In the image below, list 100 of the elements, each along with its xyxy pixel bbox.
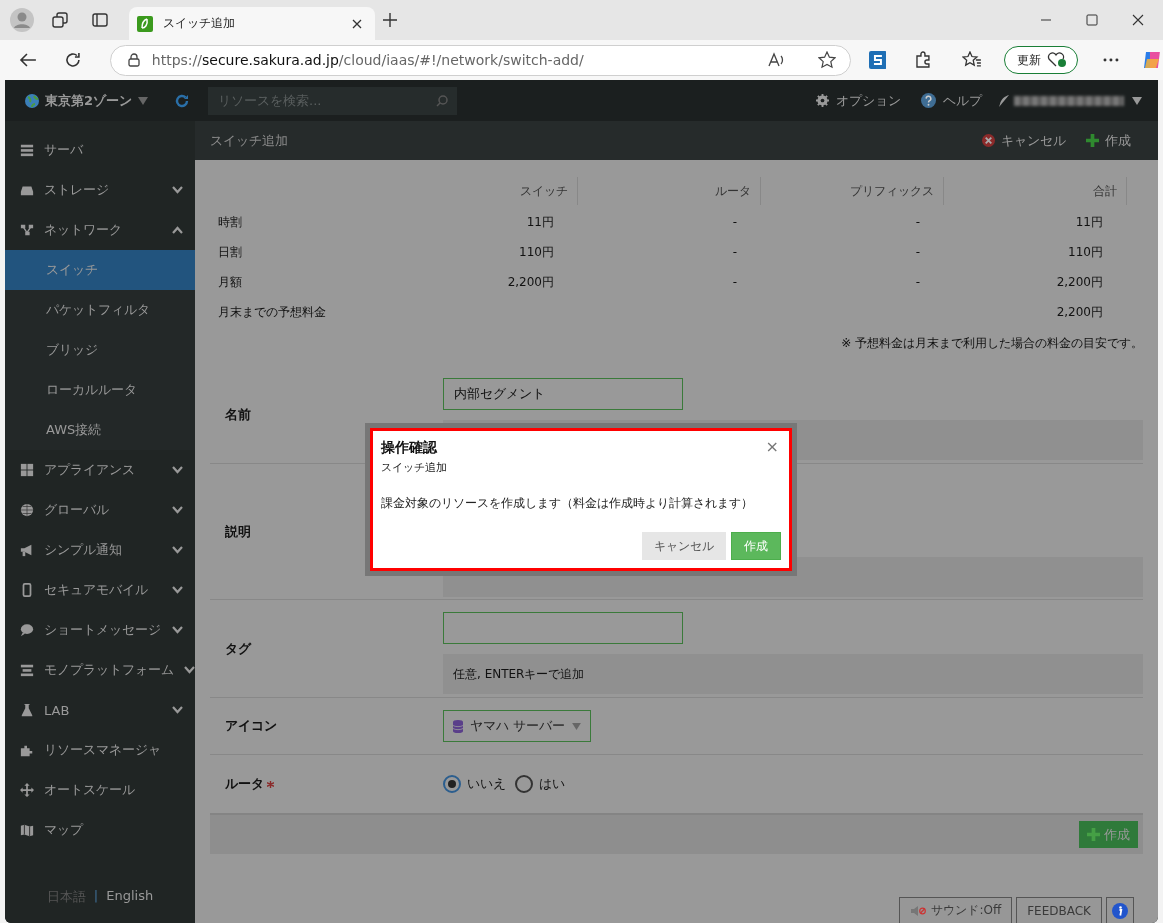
leaf-icon (137, 15, 153, 32)
heart-icon (1047, 52, 1068, 68)
browser-tab[interactable]: スイッチ追加 (129, 7, 375, 40)
copilot-icon[interactable] (1141, 49, 1163, 71)
radio-button[interactable] (443, 775, 461, 793)
lock-icon[interactable] (127, 53, 140, 67)
tab-actions-icon[interactable] (92, 12, 108, 28)
sidebar-subitem[interactable]: パケットフィルタ (5, 290, 195, 330)
sidebar-subitem[interactable]: ローカルルータ (5, 370, 195, 410)
row-label: 日割 (218, 244, 242, 259)
sidebar-item[interactable]: ショートメッセージ (5, 610, 195, 650)
sidebar-label: アプライアンス (44, 461, 136, 479)
chevron-down-icon[interactable] (172, 626, 183, 634)
workspaces-icon[interactable] (51, 11, 69, 29)
radio-option[interactable]: はい (515, 775, 565, 793)
sidebar-item[interactable]: リソースマネージャ (5, 730, 195, 770)
chevron-down-icon[interactable] (172, 506, 183, 514)
chevron-down-icon[interactable] (184, 666, 195, 674)
chevron-down-icon[interactable] (172, 586, 183, 594)
cancel-button[interactable]: キャンセル (982, 131, 1066, 150)
sidebar-item[interactable]: マップ (5, 810, 195, 850)
puzzle-icon[interactable] (914, 51, 933, 69)
read-aloud-icon[interactable] (767, 52, 786, 68)
sidebar-label: リソースマネージャ (44, 741, 162, 759)
reload-icon[interactable] (63, 51, 82, 69)
settings-icon[interactable] (816, 94, 829, 107)
input-field[interactable]: 内部セグメント (443, 378, 683, 410)
sidebar-item[interactable]: アプライアンス (5, 450, 195, 490)
table-cell: 2,200円 (1056, 274, 1103, 289)
sidebar-item[interactable]: LAB (5, 690, 195, 730)
table-cell: 2,200円 (507, 274, 554, 289)
sidebar-item[interactable]: ストレージ (5, 170, 195, 210)
sidebar-label: セキュアモバイル (44, 581, 149, 599)
sidebar-label: LAB (44, 702, 71, 718)
sidebar-label: ショートメッセージ (44, 621, 162, 639)
sound-button[interactable]: サウンド:Off (899, 897, 1013, 923)
help-link[interactable]: ヘルプ (943, 91, 982, 110)
create-button[interactable]: 作成 (1086, 131, 1131, 150)
chevron-down-icon[interactable] (172, 466, 183, 474)
sidebar-item[interactable]: シンプル通知 (5, 530, 195, 570)
sidebar-item[interactable]: オートスケール (5, 770, 195, 810)
help-icon[interactable] (921, 93, 936, 108)
table-cell: - (915, 245, 920, 259)
blurred-username[interactable] (1014, 95, 1124, 106)
sidebar-label: サーバ (44, 141, 84, 159)
zone-selector[interactable]: 東京第2ゾーン (25, 91, 149, 110)
sidebar-label: グローバル (44, 501, 110, 519)
note-text: ※ 予想料金は月末まで利用した場合の料金の目安です。 (841, 336, 1143, 350)
refresh-icon[interactable] (175, 93, 190, 108)
star-icon[interactable] (817, 51, 836, 69)
feedback-button[interactable]: FEEDBACK (1016, 897, 1102, 923)
language-link[interactable]: English (106, 888, 154, 906)
network-icon (20, 223, 34, 237)
sidebar-item[interactable]: グローバル (5, 490, 195, 530)
field-label: タグ (225, 639, 251, 658)
sidebar-subitem[interactable]: ブリッジ (5, 330, 195, 370)
column-header: ルータ (715, 184, 751, 198)
sidebar-label: マップ (44, 821, 85, 839)
plus-icon (1087, 828, 1100, 841)
caret-icon (138, 96, 149, 105)
sidebar-subitem[interactable]: スイッチ (5, 250, 195, 290)
table-cell: - (915, 215, 920, 229)
more-icon[interactable] (1103, 58, 1120, 62)
radio-button[interactable] (515, 775, 533, 793)
close-icon[interactable] (351, 17, 363, 30)
table-cell: - (732, 275, 737, 289)
sidebar-label: ネットワーク (44, 221, 123, 239)
new-tab-icon[interactable] (383, 13, 397, 27)
close-icon[interactable] (1132, 14, 1144, 26)
globe-icon (25, 93, 39, 108)
sidebar-label: ストレージ (44, 181, 110, 199)
sidebar-item[interactable]: ネットワーク (5, 210, 195, 250)
sidebar-subitem[interactable]: AWS接続 (5, 410, 195, 450)
sidebar-item[interactable]: セキュアモバイル (5, 570, 195, 610)
extension-icon[interactable] (868, 51, 887, 69)
address-bar[interactable]: https://secure.sakura.ad.jp/cloud/iaas/#!/network/switch-add/ (109, 44, 851, 76)
separator: | (93, 888, 99, 905)
close-button[interactable]: × (763, 439, 781, 455)
radio-option[interactable]: いいえ (443, 775, 506, 793)
row-label: 月末までの予想料金 (218, 304, 326, 319)
chevron-down-icon[interactable] (172, 706, 183, 714)
profile-icon[interactable] (10, 8, 34, 32)
sidebar-label: オートスケール (44, 781, 136, 799)
icon-select[interactable]: ヤマハ サーバー (443, 710, 592, 742)
sidebar-item[interactable]: サーバ (5, 130, 195, 170)
chevron-up-icon[interactable] (172, 226, 183, 234)
move-arrows-icon (20, 783, 34, 797)
table-cell: - (915, 275, 920, 289)
favorites-icon[interactable] (962, 51, 983, 69)
maximize-icon[interactable] (1086, 14, 1098, 26)
table-cell: 110円 (1068, 244, 1103, 259)
input-field[interactable] (443, 612, 683, 644)
caret-icon[interactable] (1132, 96, 1142, 105)
chevron-down-icon[interactable] (172, 546, 183, 554)
update-button[interactable]: 更新 (1004, 46, 1079, 74)
back-icon[interactable] (19, 52, 37, 68)
chevron-down-icon[interactable] (172, 186, 183, 194)
cancel-button[interactable]: キャンセル (642, 532, 726, 560)
info-button[interactable] (1106, 897, 1134, 923)
options-link[interactable]: オプション (836, 91, 901, 110)
